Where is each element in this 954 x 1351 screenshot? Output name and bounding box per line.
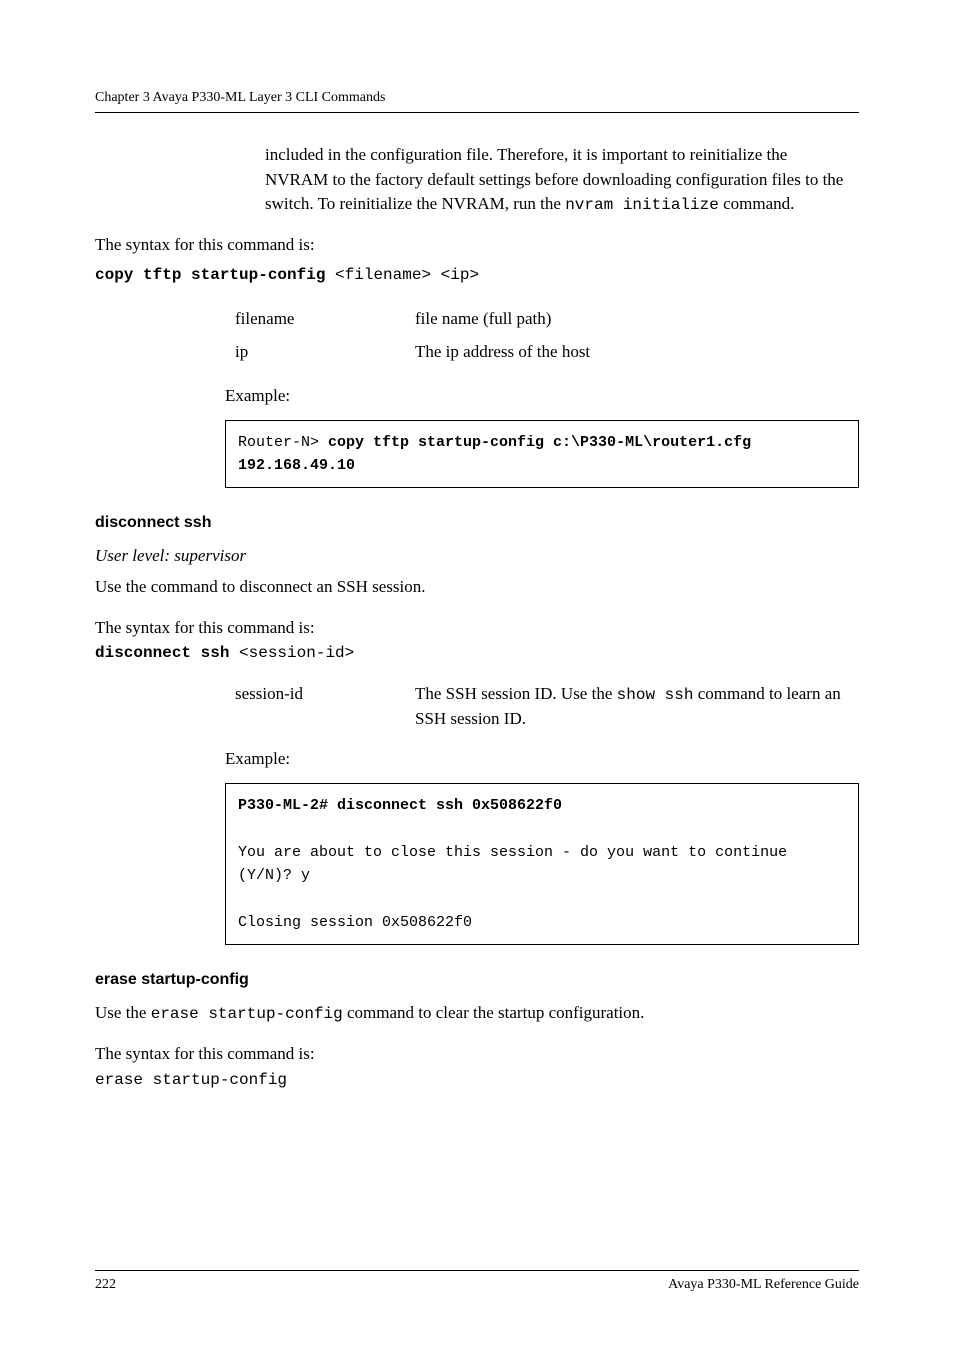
ssh-param-pre: The SSH session ID. Use the: [415, 684, 617, 703]
param-val: The ip address of the host: [415, 336, 859, 368]
page-number: 222: [95, 1277, 116, 1293]
intro-tail: command.: [719, 194, 795, 213]
param-key: session-id: [235, 682, 415, 707]
page-footer: 222 Avaya P330-ML Reference Guide: [95, 1270, 859, 1293]
ssh-command-args: <session-id>: [229, 644, 354, 662]
param-val: The SSH session ID. Use the show ssh com…: [415, 682, 859, 732]
ssh-user-level: User level: supervisor: [95, 544, 859, 569]
erase-use-pre: Use the: [95, 1003, 151, 1022]
param-key: filename: [235, 303, 415, 335]
example-label-copy: Example:: [225, 386, 859, 406]
erase-command-syntax: erase startup-config: [95, 1069, 859, 1092]
syntax-label-ssh: The syntax for this command is:: [95, 616, 859, 641]
erase-use-post: command to clear the startup configurati…: [343, 1003, 645, 1022]
footer-title: Avaya P330-ML Reference Guide: [668, 1277, 859, 1293]
ssh-example-command: P330-ML-2# disconnect ssh 0x508622f0: [238, 797, 562, 814]
copy-param-table: filename file name (full path) ip The ip…: [235, 303, 859, 368]
footer-row: 222 Avaya P330-ML Reference Guide: [95, 1277, 859, 1293]
syntax-label-copy: The syntax for this command is:: [95, 233, 859, 258]
ssh-param-code: show ssh: [617, 686, 694, 704]
erase-use-code: erase startup-config: [151, 1005, 343, 1023]
erase-use-line: Use the erase startup-config command to …: [95, 1001, 859, 1026]
copy-command-args: <filename> <ip>: [325, 266, 479, 284]
copy-command-bold: copy tftp startup-config: [95, 266, 325, 284]
page: Chapter 3 Avaya P330-ML Layer 3 CLI Comm…: [0, 0, 954, 1351]
intro-paragraph: included in the configuration file. Ther…: [265, 143, 849, 217]
ssh-example-box: P330-ML-2# disconnect ssh 0x508622f0 You…: [225, 783, 859, 945]
intro-inline-code: nvram initialize: [565, 196, 719, 214]
footer-rule: [95, 1270, 859, 1271]
param-key: ip: [235, 336, 415, 368]
copy-example-prefix: Router-N>: [238, 434, 328, 451]
ssh-use-line: Use the command to disconnect an SSH ses…: [95, 575, 859, 600]
section-head-erase: erase startup-config: [95, 971, 859, 989]
section-head-disconnect-ssh: disconnect ssh: [95, 514, 859, 532]
ssh-command-bold: disconnect ssh: [95, 644, 229, 662]
ssh-command-syntax: disconnect ssh <session-id>: [95, 642, 859, 665]
copy-command-syntax: copy tftp startup-config <filename> <ip>: [95, 264, 859, 287]
param-row: session-id The SSH session ID. Use the s…: [235, 682, 859, 732]
param-row: ip The ip address of the host: [235, 336, 859, 368]
copy-example-box: Router-N> copy tftp startup-config c:\P3…: [225, 420, 859, 489]
running-head: Chapter 3 Avaya P330-ML Layer 3 CLI Comm…: [95, 90, 859, 106]
header-rule: [95, 112, 859, 113]
param-val: file name (full path): [415, 303, 859, 335]
param-row: filename file name (full path): [235, 303, 859, 335]
syntax-label-erase: The syntax for this command is:: [95, 1042, 859, 1067]
example-label-ssh: Example:: [225, 749, 859, 769]
ssh-example-body: You are about to close this session - do…: [238, 844, 796, 931]
ssh-param-table: session-id The SSH session ID. Use the s…: [235, 682, 859, 732]
